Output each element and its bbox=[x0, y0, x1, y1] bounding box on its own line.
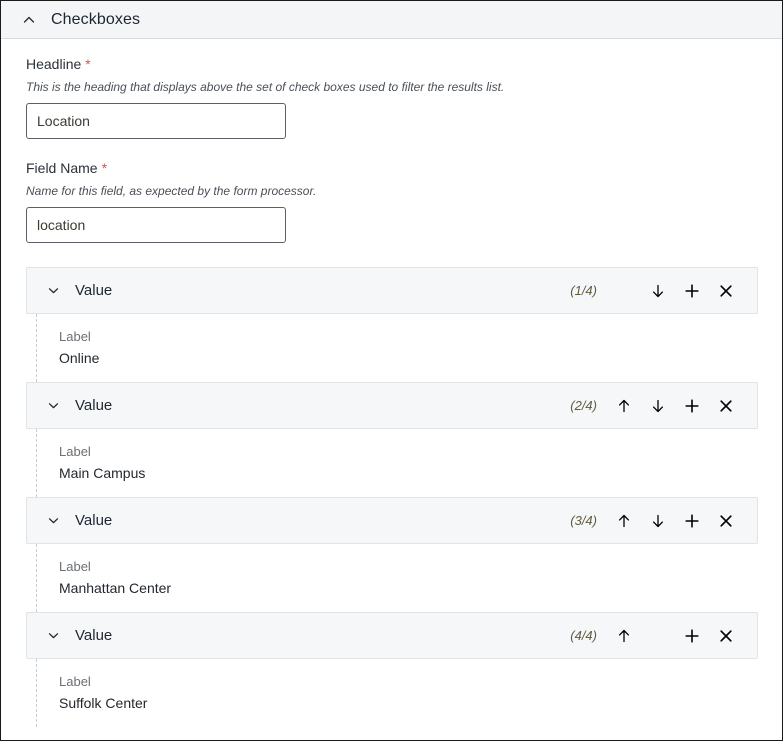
value-item-header[interactable]: Value (3/4) bbox=[26, 497, 758, 544]
move-down-button[interactable] bbox=[641, 504, 675, 538]
list-item: Value (1/4) Label Online bbox=[26, 267, 758, 382]
chevron-down-icon[interactable] bbox=[45, 398, 61, 414]
list-item: Value (3/4) Label Manhattan Center bbox=[26, 497, 758, 612]
value-item-title: Value bbox=[75, 512, 113, 529]
content-label: Label bbox=[59, 559, 91, 574]
value-item-content: Label Main Campus bbox=[36, 429, 758, 497]
page-title: Checkboxes bbox=[51, 10, 141, 28]
chevron-down-icon[interactable] bbox=[45, 513, 61, 529]
content-label: Label bbox=[59, 329, 91, 344]
move-down-button[interactable] bbox=[641, 389, 675, 423]
content-value: Suffolk Center bbox=[59, 695, 148, 711]
field-headline-help: This is the heading that displays above … bbox=[26, 80, 505, 94]
fieldname-input[interactable] bbox=[26, 207, 286, 243]
remove-value-button[interactable] bbox=[709, 389, 743, 423]
content-value: Main Campus bbox=[59, 465, 146, 481]
content-value: Manhattan Center bbox=[59, 580, 172, 596]
value-item-header[interactable]: Value (1/4) bbox=[26, 267, 758, 314]
value-item-counter: (3/4) bbox=[570, 513, 597, 528]
field-fieldname-label: Field Name * bbox=[26, 159, 758, 177]
list-item: Value (4/4) Label Suffolk Center bbox=[26, 612, 758, 727]
value-items-list: Value (1/4) Label Online Value (2/4) Lab… bbox=[26, 267, 758, 727]
value-item-content: Label Online bbox=[36, 314, 758, 382]
required-marker: * bbox=[101, 160, 108, 176]
content-label: Label bbox=[59, 444, 91, 459]
remove-value-button[interactable] bbox=[709, 619, 743, 653]
remove-value-button[interactable] bbox=[709, 274, 743, 308]
chevron-up-icon[interactable] bbox=[19, 10, 39, 30]
headline-input[interactable] bbox=[26, 103, 286, 139]
move-up-button[interactable] bbox=[607, 619, 641, 653]
field-headline-label: Headline * bbox=[26, 55, 758, 73]
value-item-header[interactable]: Value (2/4) bbox=[26, 382, 758, 429]
field-fieldname-label-text: Field Name bbox=[26, 160, 98, 176]
chevron-down-icon[interactable] bbox=[45, 628, 61, 644]
content-value: Online bbox=[59, 350, 100, 366]
field-headline: Headline * This is the heading that displ… bbox=[26, 55, 758, 139]
value-item-header[interactable]: Value (4/4) bbox=[26, 612, 758, 659]
value-item-counter: (2/4) bbox=[570, 398, 597, 413]
checkboxes-panel: Checkboxes Headline * This is the heading… bbox=[0, 0, 783, 741]
panel-header[interactable]: Checkboxes bbox=[1, 1, 782, 39]
value-item-content: Label Suffolk Center bbox=[36, 659, 758, 727]
value-item-content: Label Manhattan Center bbox=[36, 544, 758, 612]
value-item-counter: (1/4) bbox=[570, 283, 597, 298]
add-value-button[interactable] bbox=[675, 619, 709, 653]
list-item: Value (2/4) Label Main Campus bbox=[26, 382, 758, 497]
remove-value-button[interactable] bbox=[709, 504, 743, 538]
value-item-title: Value bbox=[75, 397, 113, 414]
field-fieldname: Field Name * Name for this field, as expe… bbox=[26, 159, 758, 243]
move-up-button[interactable] bbox=[607, 389, 641, 423]
required-marker: * bbox=[85, 56, 91, 72]
panel-body: Headline * This is the heading that displ… bbox=[1, 39, 782, 727]
value-item-title: Value bbox=[75, 282, 113, 299]
content-label: Label bbox=[59, 674, 91, 689]
move-up-button[interactable] bbox=[607, 504, 641, 538]
add-value-button[interactable] bbox=[675, 274, 709, 308]
field-headline-label-text: Headline bbox=[26, 56, 82, 72]
chevron-down-icon[interactable] bbox=[45, 283, 61, 299]
add-value-button[interactable] bbox=[675, 389, 709, 423]
field-fieldname-help: Name for this field, as expected by the … bbox=[26, 184, 317, 198]
move-down-button[interactable] bbox=[641, 274, 675, 308]
value-item-title: Value bbox=[75, 627, 113, 644]
value-item-counter: (4/4) bbox=[570, 628, 597, 643]
add-value-button[interactable] bbox=[675, 504, 709, 538]
